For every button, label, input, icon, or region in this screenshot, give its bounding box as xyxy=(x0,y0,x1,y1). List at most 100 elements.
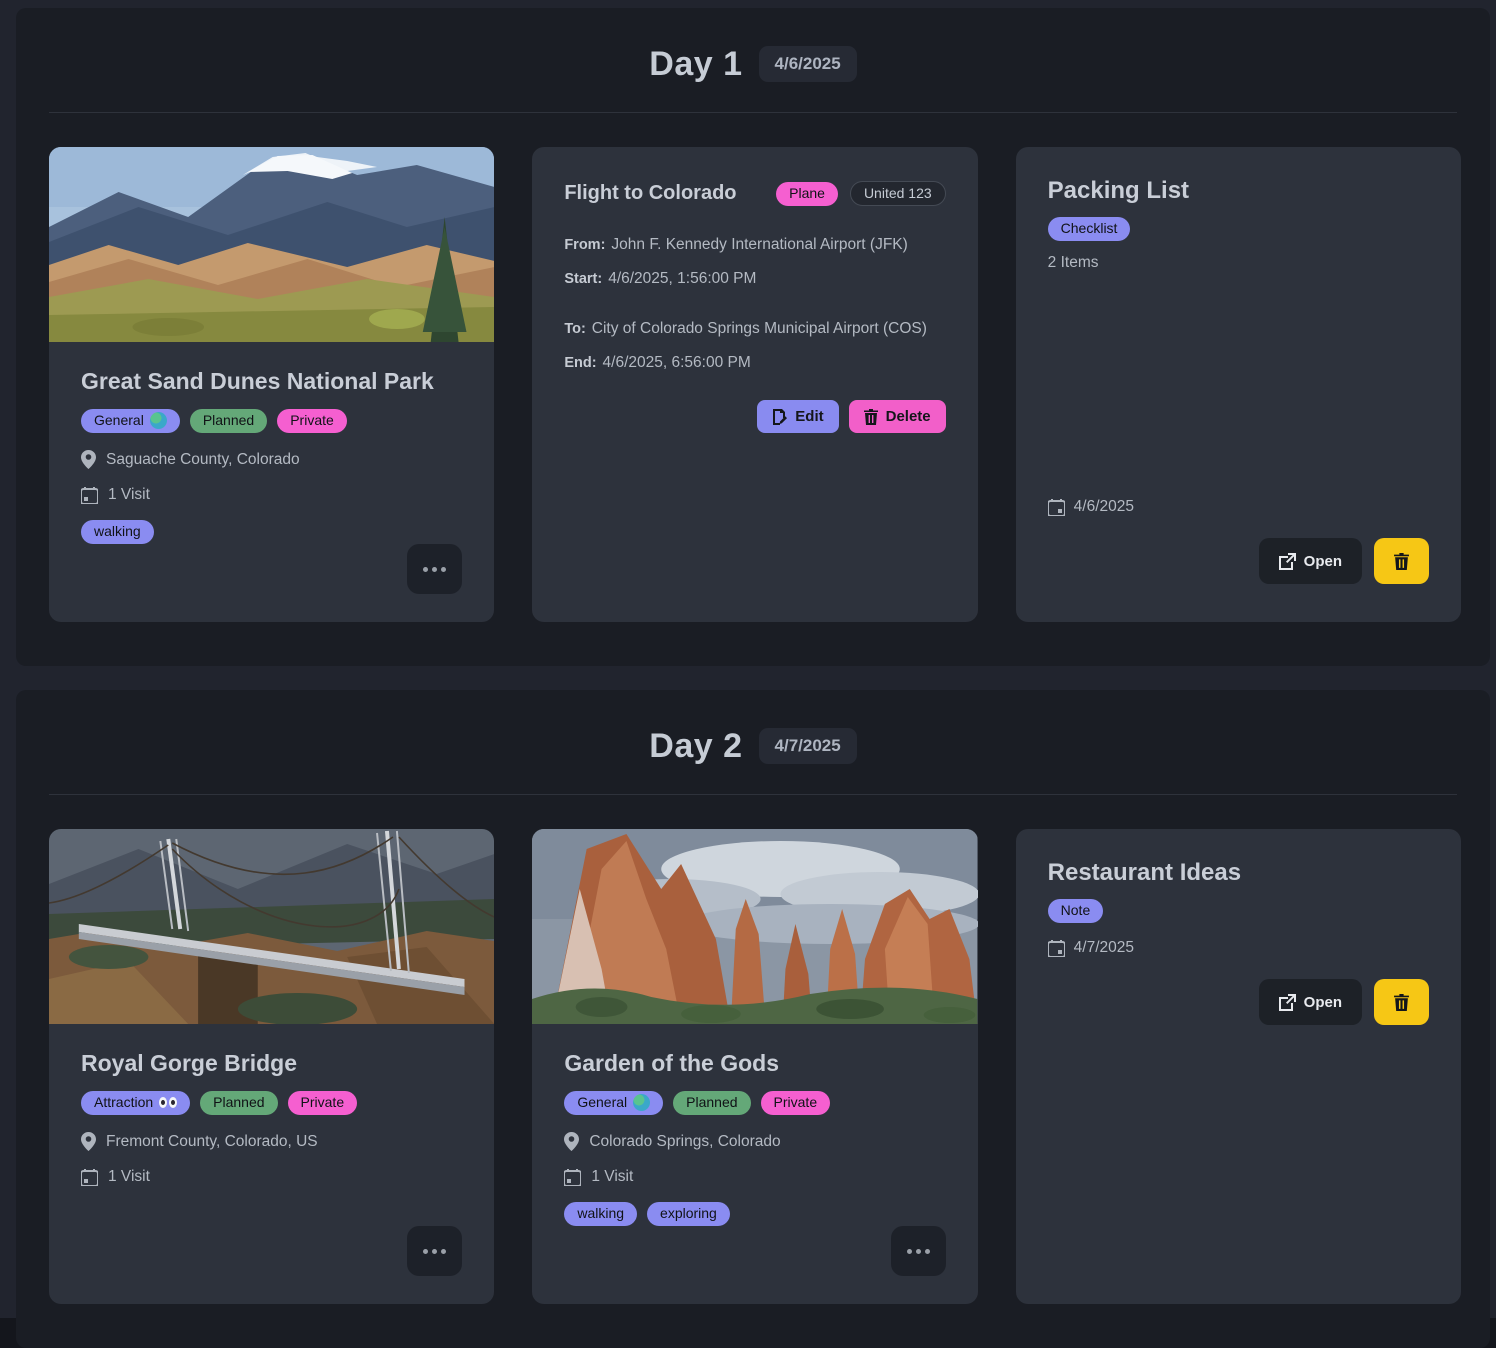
calendar-icon xyxy=(1048,499,1065,516)
tag-label: General xyxy=(577,1094,627,1111)
eyes-icon xyxy=(159,1097,177,1108)
globe-icon xyxy=(633,1094,650,1111)
day-2-section: Day 2 4/7/2025 xyxy=(16,690,1490,1348)
start-label: Start: xyxy=(564,271,602,287)
day-2-date-badge: 4/7/2025 xyxy=(759,728,857,764)
note-badge-row: Note xyxy=(1048,899,1429,923)
trash-icon xyxy=(1394,553,1409,570)
flight-header: Flight to Colorado Plane United 123 xyxy=(564,181,945,206)
to-label: To: xyxy=(564,321,585,337)
tag-private: Private xyxy=(761,1091,831,1115)
checklist-badge-row: Checklist xyxy=(1048,217,1429,241)
checklist-date-row: 4/6/2025 xyxy=(1048,498,1429,516)
ellipsis-icon xyxy=(423,567,428,572)
from-value: John F. Kennedy International Airport (J… xyxy=(611,236,907,253)
location-text: Saguache County, Colorado xyxy=(106,451,300,469)
end-label: End: xyxy=(564,355,596,371)
edit-button[interactable]: Edit xyxy=(757,400,838,433)
calendar-icon xyxy=(564,1169,581,1186)
tag-private: Private xyxy=(277,409,347,433)
day-1-date-badge: 4/6/2025 xyxy=(759,46,857,82)
flight-start-row: Start: 4/6/2025, 1:56:00 PM xyxy=(564,270,945,288)
flight-card: Flight to Colorado Plane United 123 From… xyxy=(532,147,977,622)
tag-row: Attraction Planned Private xyxy=(81,1091,462,1115)
open-button[interactable]: Open xyxy=(1259,538,1362,584)
visits-row: 1 Visit xyxy=(81,1168,462,1186)
place-card-great-sand-dunes[interactable]: Great Sand Dunes National Park General P… xyxy=(49,147,494,622)
calendar-icon xyxy=(81,1169,98,1186)
day-1-title: Day 1 xyxy=(649,45,742,84)
badge-label: Plane xyxy=(789,185,825,202)
tag-label: Private xyxy=(290,412,334,429)
external-link-icon xyxy=(1279,994,1296,1011)
end-value: 4/6/2025, 6:56:00 PM xyxy=(603,354,751,371)
edit-icon xyxy=(772,409,787,425)
flight-card-body: Flight to Colorado Plane United 123 From… xyxy=(532,147,977,622)
tag-row: General Planned Private xyxy=(564,1091,945,1115)
ellipsis-icon xyxy=(432,567,437,572)
royal-gorge-bridge-photo xyxy=(49,829,494,1024)
tag-label: walking xyxy=(94,523,141,540)
delete-label: Delete xyxy=(886,408,931,425)
ellipsis-icon xyxy=(916,1249,921,1254)
location-row: Saguache County, Colorado xyxy=(81,450,462,469)
tag-label: Private xyxy=(774,1094,818,1111)
delete-button[interactable]: Delete xyxy=(849,400,946,433)
activity-tag-row: walking xyxy=(81,520,462,544)
items-count: 2 Items xyxy=(1048,254,1429,272)
card-menu-button[interactable] xyxy=(891,1226,946,1276)
location-pin-icon xyxy=(564,1132,579,1151)
tag-label: Attraction xyxy=(94,1094,153,1111)
note-actions: Open xyxy=(1048,979,1429,1025)
place-card-body: Royal Gorge Bridge Attraction Planned Pr… xyxy=(49,1024,494,1304)
place-card-garden-of-the-gods[interactable]: Garden of the Gods General Planned Priva… xyxy=(532,829,977,1304)
tag-planned: Planned xyxy=(673,1091,750,1115)
place-title: Great Sand Dunes National Park xyxy=(81,368,462,395)
tag-label: Planned xyxy=(686,1094,737,1111)
activity-tag-exploring: exploring xyxy=(647,1202,730,1226)
garden-of-the-gods-photo xyxy=(532,829,977,1024)
calendar-icon xyxy=(1048,940,1065,957)
location-text: Colorado Springs, Colorado xyxy=(589,1133,780,1151)
flight-from-row: From: John F. Kennedy International Airpo… xyxy=(564,236,945,254)
activity-tag-row: walking exploring xyxy=(564,1202,945,1226)
badge-label: Checklist xyxy=(1061,220,1118,237)
activity-tag-walking: walking xyxy=(564,1202,637,1226)
ellipsis-icon xyxy=(432,1249,437,1254)
open-button[interactable]: Open xyxy=(1259,979,1362,1025)
ellipsis-icon xyxy=(907,1249,912,1254)
checklist-title: Packing List xyxy=(1048,177,1429,205)
start-value: 4/6/2025, 1:56:00 PM xyxy=(608,270,756,287)
spacer xyxy=(1048,1025,1429,1266)
place-title: Royal Gorge Bridge xyxy=(81,1050,462,1077)
trash-icon xyxy=(864,409,878,425)
tag-general: General xyxy=(564,1091,663,1115)
delete-checklist-button[interactable] xyxy=(1374,538,1429,584)
tag-attraction: Attraction xyxy=(81,1091,190,1115)
tag-planned: Planned xyxy=(200,1091,277,1115)
great-sand-dunes-photo xyxy=(49,147,494,342)
activity-tag-walking: walking xyxy=(81,520,154,544)
to-value: City of Colorado Springs Municipal Airpo… xyxy=(592,320,927,337)
place-title: Garden of the Gods xyxy=(564,1050,945,1077)
day-1-cards: Great Sand Dunes National Park General P… xyxy=(16,113,1490,622)
card-menu-button[interactable] xyxy=(407,1226,462,1276)
from-label: From: xyxy=(564,237,605,253)
day-2-title: Day 2 xyxy=(649,727,742,766)
tag-planned: Planned xyxy=(190,409,267,433)
location-pin-icon xyxy=(81,450,96,469)
place-card-body: Garden of the Gods General Planned Priva… xyxy=(532,1024,977,1304)
globe-icon xyxy=(150,412,167,429)
note-date-row: 4/7/2025 xyxy=(1048,939,1429,957)
ellipsis-icon xyxy=(423,1249,428,1254)
tag-general: General xyxy=(81,409,180,433)
flight-actions: Edit Delete xyxy=(564,400,945,433)
card-menu-button[interactable] xyxy=(407,544,462,594)
place-card-body: Great Sand Dunes National Park General P… xyxy=(49,342,494,622)
spacer xyxy=(1048,272,1429,498)
delete-note-button[interactable] xyxy=(1374,979,1429,1025)
tag-row: General Planned Private xyxy=(81,409,462,433)
trash-icon xyxy=(1394,994,1409,1011)
place-card-royal-gorge-bridge[interactable]: Royal Gorge Bridge Attraction Planned Pr… xyxy=(49,829,494,1304)
visits-text: 1 Visit xyxy=(591,1168,633,1186)
